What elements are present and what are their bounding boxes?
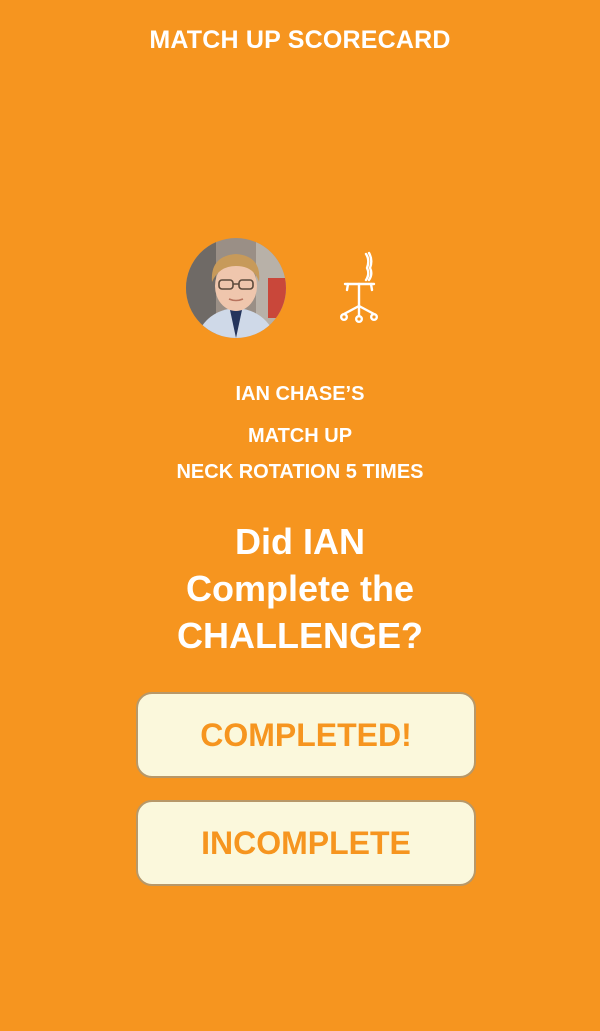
avatar-photo <box>186 238 286 338</box>
incomplete-button[interactable]: INCOMPLETE <box>136 800 476 886</box>
player-name: IAN CHASE’S <box>235 383 365 405</box>
office-chair-icon <box>336 250 382 326</box>
question-line-2: Complete the <box>185 568 415 609</box>
challenge-type: MATCH UP <box>247 425 353 447</box>
question-line-1: Did IAN <box>235 521 365 562</box>
challenge-question: Did IAN Complete the CHALLENGE? <box>0 518 600 659</box>
completed-button[interactable]: COMPLETED! <box>136 692 476 778</box>
question-line-3: CHALLENGE? <box>177 615 423 656</box>
challenge-description: NECK ROTATION 5 TIMES <box>176 461 424 483</box>
avatar <box>186 238 286 338</box>
page-title: MATCH UP SCORECARD <box>149 26 451 54</box>
